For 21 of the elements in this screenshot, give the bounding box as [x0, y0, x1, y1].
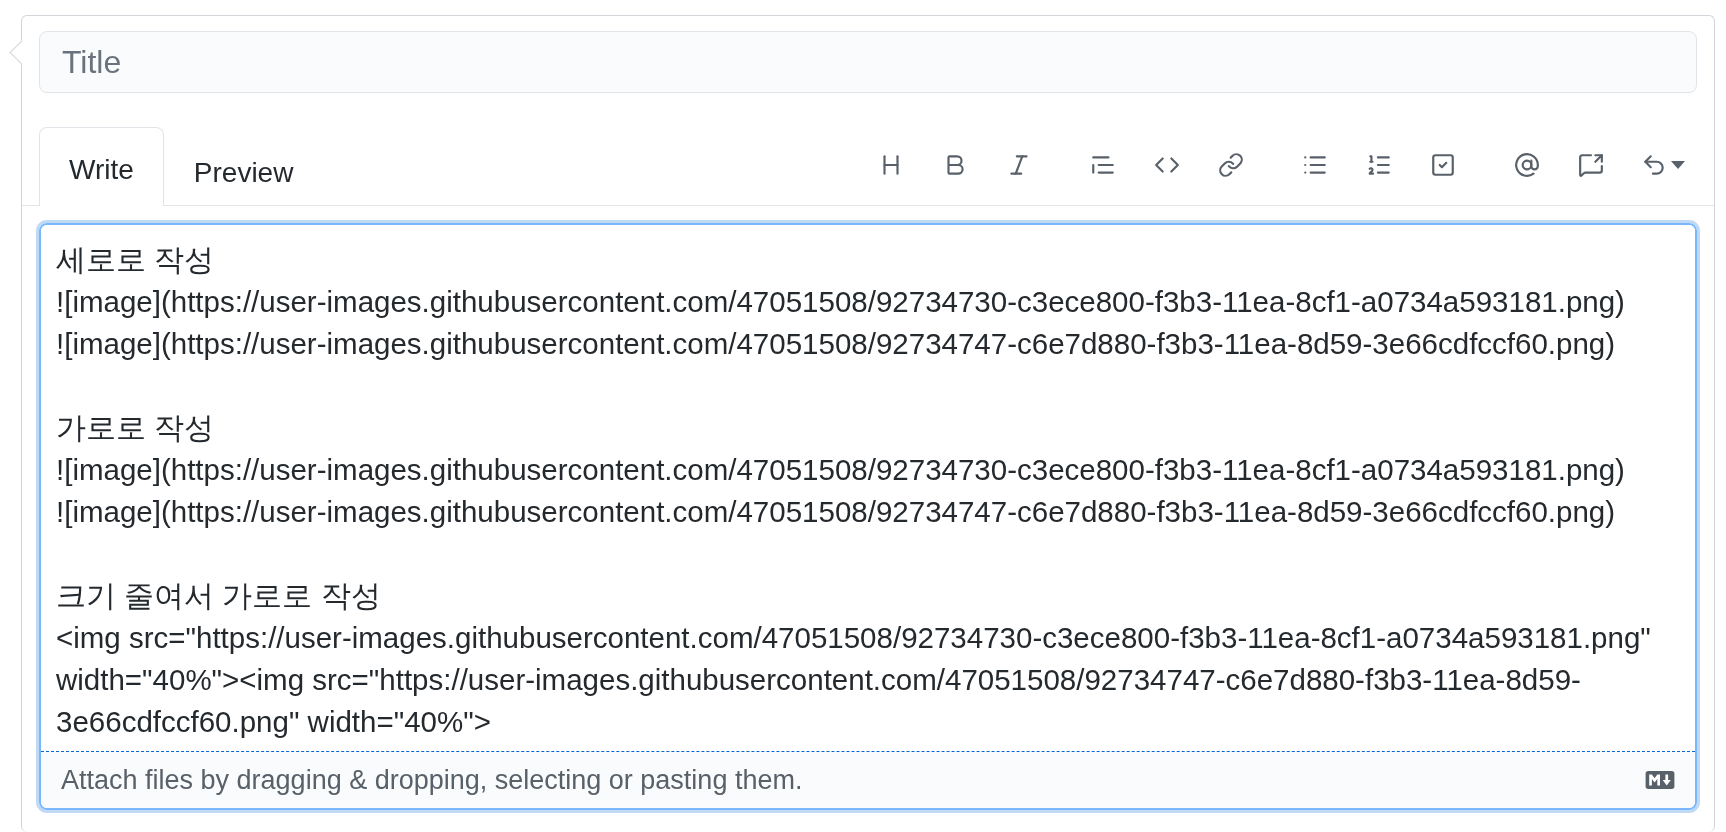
mention-icon [1514, 152, 1540, 178]
text-line: 세로로 작성 [56, 242, 216, 278]
undo-icon [1641, 152, 1667, 178]
attach-bar[interactable]: Attach files by dragging & dropping, selecting or pasting them. [41, 752, 1695, 808]
attach-hint: Attach files by dragging & dropping, selecting or pasting them. [61, 764, 803, 796]
text-line: ![image](https://user-images.githubusercontent.com/47051508/92734730-c3ece800-f3b3-11ea-8cf1-a0734a593181.png) [56, 284, 1626, 320]
reference-icon [1578, 152, 1604, 178]
markdown-icon [1645, 771, 1675, 789]
comment-textarea[interactable] [41, 225, 1695, 752]
text-line: 크기 줄여서 가로로 작성 [56, 578, 382, 614]
editor-tab[interactable]: Write [39, 127, 164, 206]
title-input[interactable]: Title [39, 31, 1697, 93]
caret-icon [1671, 161, 1685, 169]
text-line: 가로로 작성 [56, 410, 216, 446]
text-line: ![image](https://user-images.githubusercontent.com/47051508/92734747-c6e7d880-f3b3-11ea-8d59-3e66cdfccf60.png) [56, 326, 1617, 362]
text-line: ![image](https://user-images.githubusercontent.com/47051508/92734730-c3ece800-f3b3-11ea-8cf1-a0734a593181.png) [56, 452, 1626, 488]
link-icon [1218, 152, 1244, 178]
task-list-icon [1430, 152, 1456, 178]
text-line: ![image](https://user-images.githubusercontent.com/47051508/92734747-c6e7d880-f3b3-11ea-8d59-3e66cdfccf60.png) [56, 494, 1617, 530]
numbered-list-icon [1366, 152, 1392, 178]
text-line: <img src="https://user-images.githubusercontent.com/47051508/92734730-c3ece800-f3b3-11ea-8cf1-a0734a593181.png" width="40%"><img src="https://user-images.githubusercontent.com/47051508/92734747-c6e7d880-f3b3-11ea-8d59-3e66cdfccf60.png" width="40%"> [56, 620, 1652, 740]
